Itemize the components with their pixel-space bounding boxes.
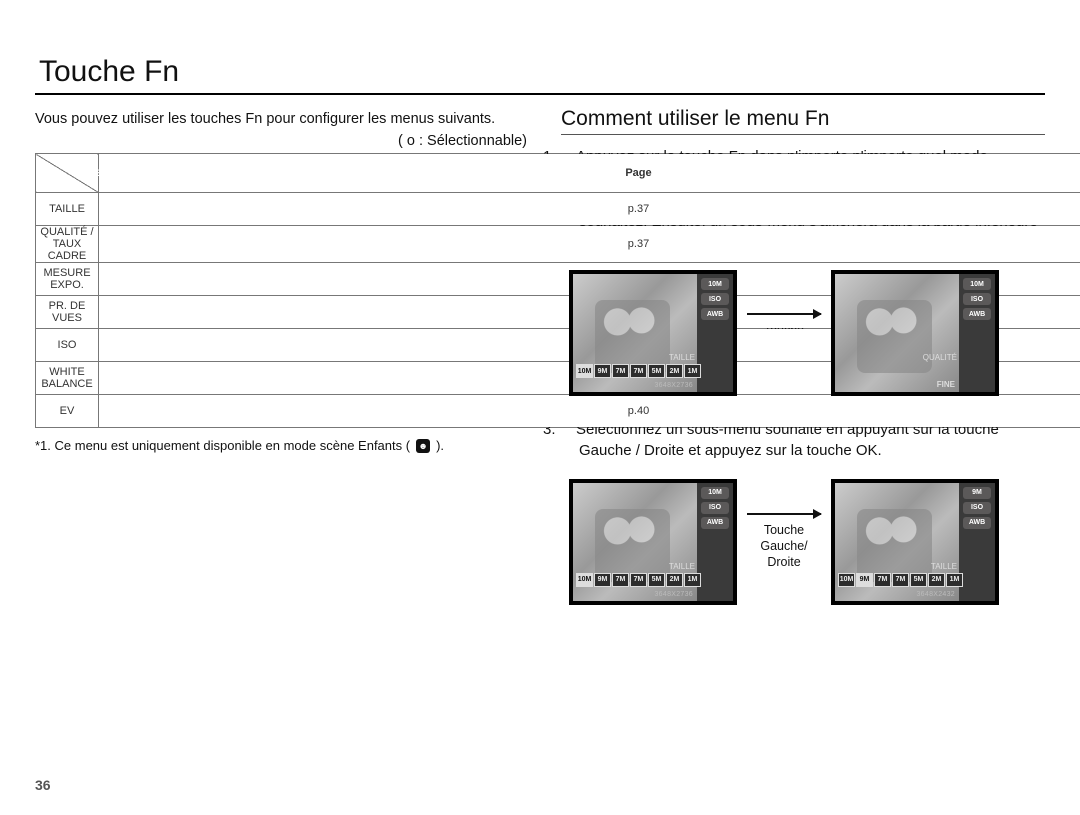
footnote: *1. Ce menu est uniquement disponible en… [35, 438, 545, 453]
size-chip: 10M [838, 573, 855, 587]
section-rule [561, 134, 1045, 135]
size-chip: 10M [576, 573, 593, 587]
page-ref: p.37 [99, 226, 1080, 263]
footnote-text-2: ). [436, 438, 444, 453]
size-chip: 5M [910, 573, 927, 587]
children-scene-icon: ☻ [416, 439, 430, 453]
lcd-row-2: 10M ISO AWB TAILLE 10M9M7M7M5M2M1M 3648X… [569, 479, 1045, 605]
size-chip: 2M [666, 573, 683, 587]
row-label: MESUREEXPO. [36, 263, 99, 296]
badge-10m: 10M [701, 278, 729, 290]
lcd-screen-taille: 10M ISO AWB TAILLE 10M9M7M7M5M2M1M 3648X… [569, 270, 737, 396]
footnote-text-1: *1. Ce menu est uniquement disponible en… [35, 438, 410, 453]
size-chip: 5M [648, 573, 665, 587]
size-chip: 7M [612, 573, 629, 587]
row-label: PR. DEVUES [36, 296, 99, 329]
page-col-header: Page [99, 154, 1080, 193]
size-chip: 1M [684, 573, 701, 587]
row-label: TAILLE [36, 193, 99, 226]
title-rule [35, 93, 1045, 95]
row-label: EV [36, 395, 99, 428]
page-number: 36 [35, 777, 51, 793]
size-chip: 10M [576, 364, 593, 378]
size-chip: 7M [630, 364, 647, 378]
badge-iso: ISO [701, 293, 729, 305]
lcd-fine: FINE [937, 380, 955, 389]
arrow-right-icon [747, 513, 821, 515]
size-chip: 9M [856, 573, 873, 587]
size-chip: 2M [928, 573, 945, 587]
table-corner [36, 154, 99, 193]
size-chip: 1M [684, 364, 701, 378]
lcd-menu-label-2: QUALITÉ [923, 353, 957, 364]
row-label: ISO [36, 329, 99, 362]
size-chip: 9M [594, 573, 611, 587]
section-title: Comment utiliser le menu Fn [561, 107, 1045, 131]
lcd-resolution: 3648X2736 [654, 382, 693, 389]
arrow-right-icon [747, 313, 821, 315]
page-ref: p.40 [99, 395, 1080, 428]
lcd-screen-3: 10M ISO AWB TAILLE 10M9M7M7M5M2M1M 3648X… [569, 479, 737, 605]
size-chip: 1M [946, 573, 963, 587]
page-ref: p.37 [99, 193, 1080, 226]
page-title: Touche Fn [39, 55, 1045, 89]
row-label: WHITEBALANCE [36, 362, 99, 395]
lcd-menu-label: TAILLE [669, 353, 695, 364]
size-chip: 5M [648, 364, 665, 378]
size-chip: 7M [630, 573, 647, 587]
size-chip: 9M [594, 364, 611, 378]
size-chip: 7M [892, 573, 909, 587]
lcd-screen-qualite: 10M ISO AWB QUALITÉ FINE [831, 270, 999, 396]
size-chip: 2M [666, 364, 683, 378]
badge-awb: AWB [701, 308, 729, 320]
size-chip: 7M [612, 364, 629, 378]
caption-leftright: ToucheGauche/Droite [760, 523, 807, 570]
intro-text: Vous pouvez utiliser les touches Fn pour… [35, 111, 545, 127]
row-label: QUALITÉ /TAUX CADRE [36, 226, 99, 263]
lcd-screen-4: 9M ISO AWB TAILLE 10M9M7M7M5M2M1M 3648X2… [831, 479, 999, 605]
table-legend: ( o : Sélectionnable) [35, 133, 527, 149]
size-chip: 7M [874, 573, 891, 587]
